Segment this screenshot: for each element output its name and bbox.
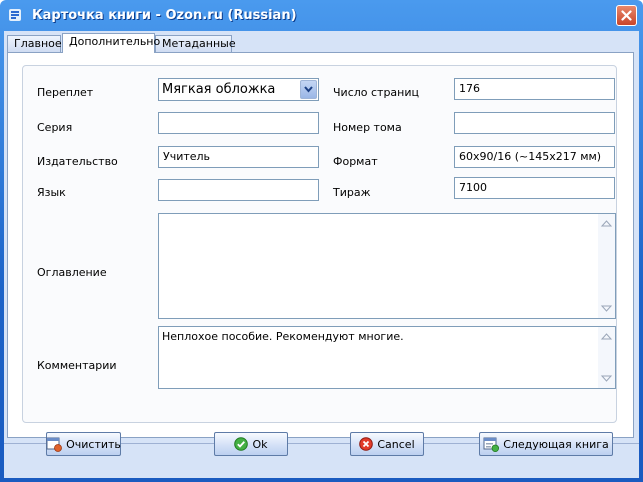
series-label: Серия [37,121,73,134]
comments-label: Комментарии [37,359,117,372]
tab-additional[interactable]: Дополнительно [62,33,160,53]
tab-metadata[interactable]: Метаданные [155,35,236,52]
volume-input[interactable] [454,112,615,134]
scroll-up-icon[interactable] [600,217,613,230]
language-label: Язык [37,186,66,199]
language-input[interactable] [158,179,319,201]
client-area: Главное Дополнительно Метаданные Перепле… [4,31,639,478]
title-bar[interactable]: Карточка книги - Ozon.ru (Russian) [0,0,643,31]
binding-label: Переплет [37,86,94,99]
clear-form-icon [46,437,62,452]
series-input[interactable] [158,112,319,134]
clear-button[interactable]: Очистить [46,432,121,456]
publisher-input[interactable]: Учитель [158,146,319,168]
volume-label: Номер тома [333,121,402,134]
binding-combo[interactable]: Мягкая обложка [158,78,319,101]
cancel-icon [359,437,374,451]
format-input[interactable]: 60x90/16 (~145x217 мм) [454,146,615,168]
close-button[interactable] [616,5,637,26]
comments-text: Неплохое пособие. Рекомендуют многие. [162,330,404,343]
close-icon [621,10,632,21]
app-window: Карточка книги - Ozon.ru (Russian) Главн… [0,0,643,482]
toc-scrollbar[interactable] [598,214,615,318]
ok-button[interactable]: Ok [214,432,288,456]
next-book-icon [483,437,500,452]
window-title: Карточка книги - Ozon.ru (Russian) [32,8,297,23]
scroll-down-icon[interactable] [600,372,613,385]
next-book-button-label: Следующая книга [503,437,609,451]
print-run-label: Тираж [333,186,371,199]
binding-dropdown-button[interactable] [300,80,317,99]
chevron-down-icon [304,86,313,93]
format-label: Формат [333,155,378,168]
scroll-down-icon[interactable] [600,302,613,315]
pages-input[interactable]: 176 [454,78,615,100]
tab-main[interactable]: Главное [7,35,62,52]
comments-textarea[interactable]: Неплохое пособие. Рекомендуют многие. [158,326,616,389]
fields-group: Переплет Мягкая обложка Серия Издательст… [22,65,617,423]
app-icon [9,9,21,21]
next-book-button[interactable]: Следующая книга [479,432,613,456]
print-run-input[interactable]: 7100 [454,177,615,199]
pages-label: Число страниц [333,86,420,99]
toc-label: Оглавление [37,266,107,279]
publisher-label: Издательство [37,155,118,168]
checkmark-icon [234,437,249,451]
toc-textarea[interactable] [158,213,616,319]
cancel-button-label: Cancel [377,437,415,451]
ok-button-label: Ok [252,437,268,451]
scroll-up-icon[interactable] [600,330,613,343]
clear-button-label: Очистить [66,437,121,451]
cancel-button[interactable]: Cancel [350,432,424,456]
comments-scrollbar[interactable] [598,327,615,388]
binding-value: Мягкая обложка [162,82,276,97]
tab-panel-additional: Переплет Мягкая обложка Серия Издательст… [7,52,634,438]
